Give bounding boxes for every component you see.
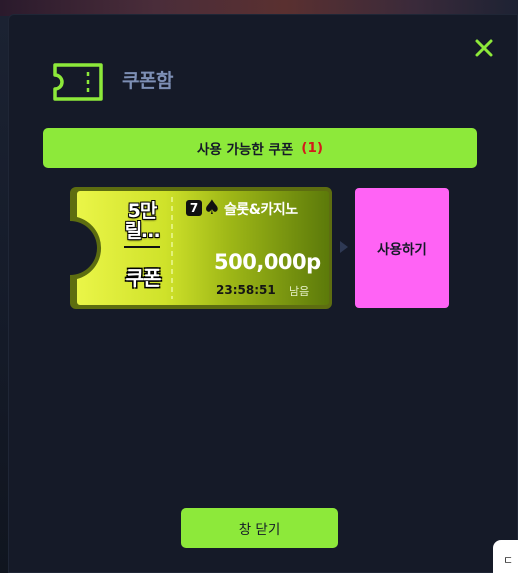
coupon-time-left: 23:58:51 xyxy=(216,283,276,297)
coupon-type-label: 쿠폰 xyxy=(125,266,162,290)
available-coupons-bar: 사용 가능한 쿠폰 (1) xyxy=(43,128,477,168)
coupon-remaining-label: 남음 xyxy=(289,285,310,298)
arrow-right-icon xyxy=(340,241,348,253)
brand-badge-seven: 7 xyxy=(186,200,202,216)
use-coupon-button[interactable]: 사용하기 xyxy=(355,188,449,308)
coupon-name: 5만 릴… xyxy=(124,200,160,242)
coupon-brand-name: 슬롯&카지노 xyxy=(224,202,298,218)
close-x-icon[interactable] xyxy=(474,38,494,58)
available-coupons-label: 사용 가능한 쿠폰 xyxy=(196,142,294,158)
spade-icon: ♠ xyxy=(203,195,221,219)
available-coupons-count: (1) xyxy=(301,140,324,156)
coupon-name-underline xyxy=(124,246,160,248)
coupon-amount: 500,000p xyxy=(214,250,321,274)
close-window-button[interactable]: 창 닫기 xyxy=(181,508,338,548)
modal-title: 쿠폰함 xyxy=(122,70,173,92)
corner-widget[interactable]: ㄷ xyxy=(493,540,518,573)
ticket-icon xyxy=(53,63,103,101)
